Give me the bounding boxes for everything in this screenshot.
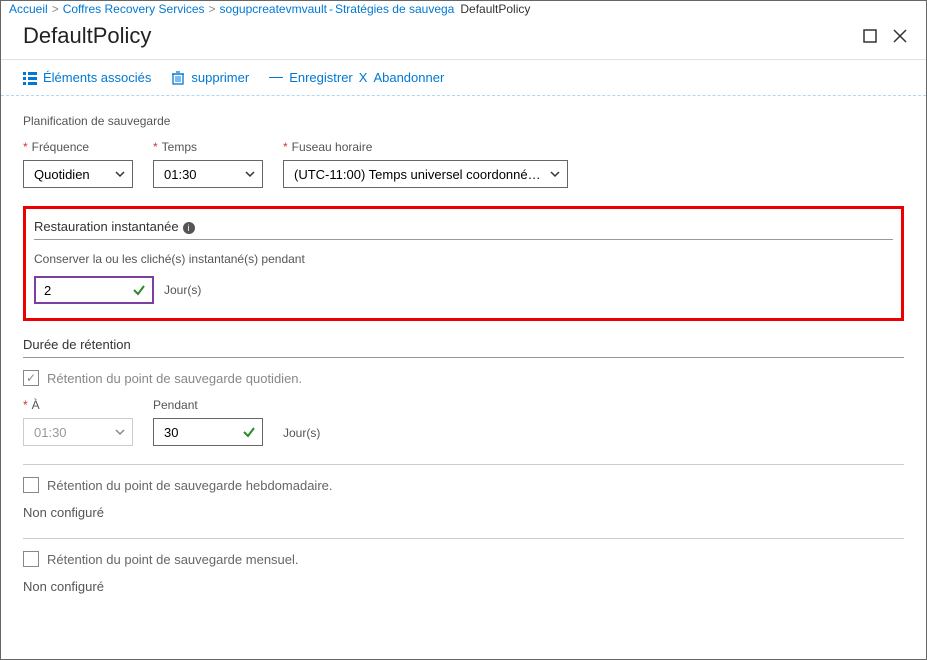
frequency-dropdown[interactable]: Quotidien — [23, 160, 133, 188]
weekly-retention-checkbox[interactable] — [23, 477, 39, 493]
timezone-value: (UTC-11:00) Temps universel coordonné… — [294, 167, 541, 182]
snapshot-unit: Jour(s) — [164, 283, 201, 297]
snapshot-keep-label: Conserver la ou les cliché(s) instantané… — [34, 252, 893, 266]
toolbar: Éléments associés supprimer Enregistrer … — [1, 60, 926, 96]
at-label: À — [32, 398, 40, 412]
frequency-value: Quotidien — [34, 167, 90, 182]
at-dropdown[interactable]: 01:30 — [23, 418, 133, 446]
breadcrumb-policies[interactable]: Stratégies de sauvega — [335, 2, 454, 16]
checkmark-icon — [242, 425, 256, 439]
save-underscore-icon — [269, 77, 283, 78]
timezone-label: Fuseau horaire — [292, 140, 373, 154]
associated-items-link[interactable]: Éléments associés — [23, 70, 151, 85]
associated-label: Éléments associés — [43, 70, 151, 85]
breadcrumb-vaults[interactable]: Coffres Recovery Services — [63, 2, 205, 16]
for-value: 30 — [164, 425, 178, 440]
chevron-down-icon — [244, 168, 256, 180]
delete-label: supprimer — [191, 70, 249, 85]
save-button[interactable]: Enregistrer — [269, 70, 353, 85]
list-icon — [23, 71, 37, 85]
time-value: 01:30 — [164, 167, 197, 182]
content-area: Planification de sauvegarde *Fréquence Q… — [1, 96, 926, 636]
time-label: Temps — [162, 140, 197, 154]
monthly-not-configured: Non configuré — [23, 579, 904, 594]
discard-button[interactable]: X Abandonner — [359, 70, 445, 85]
timezone-dropdown[interactable]: (UTC-11:00) Temps universel coordonné… — [283, 160, 568, 188]
chevron-down-icon — [114, 168, 126, 180]
info-icon[interactable]: i — [183, 222, 195, 234]
chevron-down-icon — [114, 426, 126, 438]
breadcrumb-vault[interactable]: sogupcreatevmvault — [220, 2, 327, 16]
page-title: DefaultPolicy — [23, 23, 151, 49]
checkmark-icon — [132, 283, 146, 297]
at-value: 01:30 — [34, 425, 67, 440]
monthly-retention-label: Rétention du point de sauvegarde mensuel… — [47, 552, 299, 567]
weekly-not-configured: Non configuré — [23, 505, 904, 520]
schedule-section-label: Planification de sauvegarde — [23, 114, 904, 128]
chevron-down-icon — [549, 168, 561, 180]
retention-header: Durée de rétention — [23, 337, 904, 358]
delete-button[interactable]: supprimer — [171, 70, 249, 85]
save-label: Enregistrer — [289, 70, 353, 85]
discard-label: Abandonner — [373, 70, 444, 85]
time-dropdown[interactable]: 01:30 — [153, 160, 263, 188]
restore-down-icon[interactable] — [862, 28, 878, 44]
for-input[interactable]: 30 — [153, 418, 263, 446]
monthly-retention-checkbox[interactable] — [23, 551, 39, 567]
trash-icon — [171, 71, 185, 85]
instant-restore-highlight: Restauration instantanéei Conserver la o… — [23, 206, 904, 321]
daily-retention-checkbox[interactable] — [23, 370, 39, 386]
discard-x-icon: X — [359, 70, 368, 85]
close-icon[interactable] — [892, 28, 908, 44]
for-label: Pendant — [153, 398, 198, 412]
breadcrumb: Accueil> Coffres Recovery Services> sogu… — [1, 1, 926, 17]
breadcrumb-current: DefaultPolicy — [460, 2, 530, 16]
weekly-retention-label: Rétention du point de sauvegarde hebdoma… — [47, 478, 333, 493]
breadcrumb-home[interactable]: Accueil — [9, 2, 48, 16]
blade-header: DefaultPolicy — [1, 17, 926, 59]
daily-retention-label: Rétention du point de sauvegarde quotidi… — [47, 371, 302, 386]
frequency-label: Fréquence — [32, 140, 89, 154]
instant-restore-header: Restauration instantanéei — [34, 219, 893, 240]
snapshot-days-input[interactable]: 2 — [34, 276, 154, 304]
retention-unit: Jour(s) — [283, 426, 320, 440]
snapshot-days-value: 2 — [44, 283, 51, 298]
